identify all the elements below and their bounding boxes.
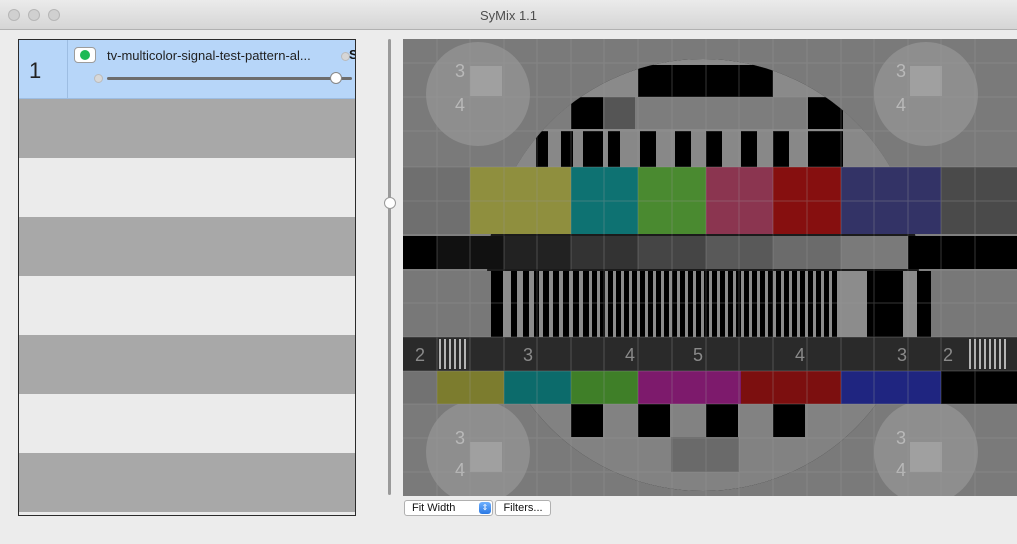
test-pattern-image: 3 4 3 4 3 4 3 4 2 3 4 5 4 3 2 <box>403 39 1017 496</box>
empty-track-row[interactable] <box>19 512 355 515</box>
empty-track-row[interactable] <box>19 394 355 453</box>
enabled-indicator-icon <box>80 50 90 60</box>
title-bar: SyMix 1.1 <box>0 0 1017 30</box>
corner-label: 4 <box>455 460 465 480</box>
empty-track-row[interactable] <box>19 276 355 335</box>
corner-label: 4 <box>896 95 906 115</box>
split-view-divider[interactable] <box>388 39 391 495</box>
window-title: SyMix 1.1 <box>479 8 538 23</box>
empty-track-row[interactable] <box>19 99 355 158</box>
corner-label: 3 <box>455 61 465 81</box>
corner-label: 3 <box>896 61 906 81</box>
scale-label: 4 <box>625 345 635 365</box>
track-number: 1 <box>29 58 42 83</box>
scale-label: 3 <box>523 345 533 365</box>
scale-label: 2 <box>415 345 425 365</box>
empty-track-row[interactable] <box>19 453 355 512</box>
main-content: 1 tv-multicolor-signal-test-pattern-al..… <box>0 30 1017 544</box>
track-name: tv-multicolor-signal-test-pattern-al... <box>107 48 311 63</box>
volume-slider[interactable] <box>107 77 352 80</box>
scale-label: 3 <box>897 345 907 365</box>
empty-track-row[interactable] <box>19 217 355 276</box>
scale-label: 5 <box>693 345 703 365</box>
split-view-handle[interactable] <box>384 197 396 209</box>
zoom-mode-value: Fit Width <box>412 502 456 514</box>
empty-track-row[interactable] <box>19 335 355 394</box>
filters-button[interactable]: Filters... <box>495 500 551 516</box>
pan-knob[interactable] <box>94 74 103 83</box>
video-preview[interactable]: 3 4 3 4 3 4 3 4 2 3 4 5 4 3 2 <box>403 39 1017 496</box>
solo-button[interactable]: S <box>349 47 355 62</box>
zoom-mode-select[interactable]: Fit Width ⇕ <box>404 500 493 516</box>
volume-slider-knob[interactable] <box>330 72 342 84</box>
empty-track-row[interactable] <box>19 158 355 217</box>
track-row[interactable]: 1 tv-multicolor-signal-test-pattern-al..… <box>19 40 355 99</box>
track-enable-toggle[interactable] <box>74 47 96 63</box>
track-list[interactable]: 1 tv-multicolor-signal-test-pattern-al..… <box>18 39 356 516</box>
corner-label: 4 <box>896 460 906 480</box>
row-divider <box>67 40 68 99</box>
scale-label: 2 <box>943 345 953 365</box>
corner-label: 4 <box>455 95 465 115</box>
scale-label: 4 <box>795 345 805 365</box>
chevron-updown-icon: ⇕ <box>479 502 491 514</box>
